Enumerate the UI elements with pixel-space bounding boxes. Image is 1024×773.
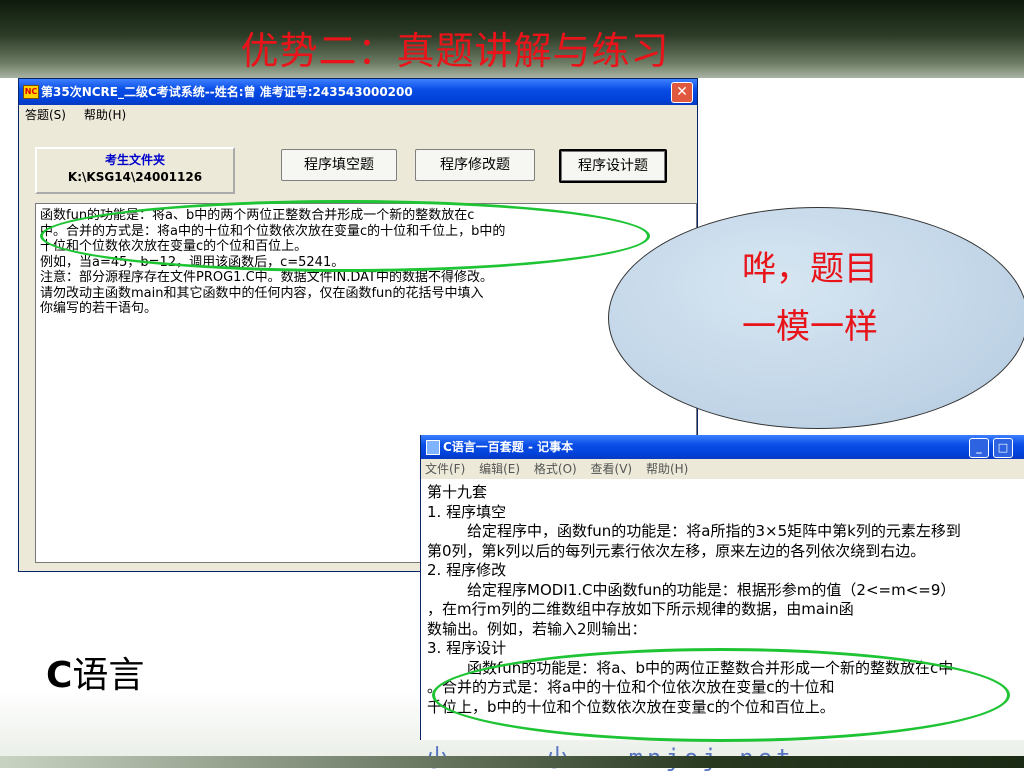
bubble-line-2: 一模一样 xyxy=(742,307,878,347)
examinee-folder-button[interactable]: 考生文件夹 K:\KSG14\24001126 xyxy=(35,147,235,194)
slide-footer-band xyxy=(0,756,1024,768)
notepad-line: ，在m行m列的二维数组中存放如下所示规律的数据，由main函 xyxy=(427,600,854,618)
notepad-line: 数输出。例如，若输入2则输出： xyxy=(427,619,647,638)
notepad-line: 2. 程序修改 xyxy=(427,561,507,579)
np-menu-help[interactable]: 帮助(H) xyxy=(646,462,688,476)
c-language-label: C语言 xyxy=(46,646,144,698)
tab-modify[interactable]: 程序修改题 xyxy=(415,149,535,181)
highlight-oval-exam xyxy=(40,200,650,272)
exam-window-titlebar[interactable]: NC 第35次NCRE_二级C考试系统--姓名:曾 准考证号:243543000… xyxy=(19,79,697,105)
notepad-menubar: 文件(F) 编辑(E) 格式(O) 查看(V) 帮助(H) xyxy=(421,459,1024,479)
folder-path: K:\KSG14\24001126 xyxy=(67,170,203,184)
notepad-icon xyxy=(426,440,440,455)
exam-window-title: 第35次NCRE_二级C考试系统--姓名:曾 准考证号:243543000200 xyxy=(41,85,413,99)
notepad-line: 第十九套 xyxy=(427,483,488,501)
highlight-oval-notepad xyxy=(432,648,1010,742)
notepad-line: 第0列，第k列以后的每列元素行依次左移，原来左边的各列依次绕到右边。 xyxy=(427,541,926,560)
question-line: 你编写的若干语句。 xyxy=(40,301,158,316)
tab-design[interactable]: 程序设计题 xyxy=(559,149,667,183)
folder-label: 考生文件夹 xyxy=(104,153,165,167)
menu-answer[interactable]: 答题(S) xyxy=(25,108,66,122)
notepad-line: 给定程序中，函数fun的功能是：将a所指的3×5矩阵中第k列的元素左移到 xyxy=(467,522,961,540)
notepad-line: 1. 程序填空 xyxy=(427,502,507,521)
bubble-line-1: 哗，题目 xyxy=(742,249,878,289)
slide-title: 优势二：真题讲解与练习 xyxy=(240,29,670,73)
ncre-app-icon: NC xyxy=(23,85,39,99)
np-menu-view[interactable]: 查看(V) xyxy=(591,462,633,476)
notepad-line: 给定程序MODI1.C中函数fun的功能是：根据形参m的值（2<=m<=9） xyxy=(467,580,956,599)
question-line: 请勿改动主函数main和其它函数中的任何内容，仅在函数fun的花括号中填入 xyxy=(40,285,484,301)
np-menu-edit[interactable]: 编辑(E) xyxy=(479,462,520,476)
np-menu-file[interactable]: 文件(F) xyxy=(425,462,465,476)
notepad-title: C语言一百套题 - 记事本 xyxy=(443,440,574,454)
menu-help[interactable]: 帮助(H) xyxy=(84,108,126,122)
np-menu-format[interactable]: 格式(O) xyxy=(534,462,577,476)
notepad-titlebar[interactable]: C语言一百套题 - 记事本 _ □ xyxy=(421,435,1024,459)
bubble-text: 哗，题目 一模一样 xyxy=(660,240,960,356)
tab-fill-blank[interactable]: 程序填空题 xyxy=(281,149,397,181)
exam-menubar: 答题(S) 帮助(H) xyxy=(19,105,697,125)
c-letter: C xyxy=(46,655,73,696)
maximize-icon[interactable]: □ xyxy=(993,438,1013,458)
close-icon[interactable]: ✕ xyxy=(671,82,693,103)
minimize-icon[interactable]: _ xyxy=(969,438,989,458)
lang-word: 语言 xyxy=(72,655,145,696)
question-line: 注意：部分源程序存在文件PROG1.C中。数据文件IN.DAT中的数据不得修改。 xyxy=(40,270,493,285)
